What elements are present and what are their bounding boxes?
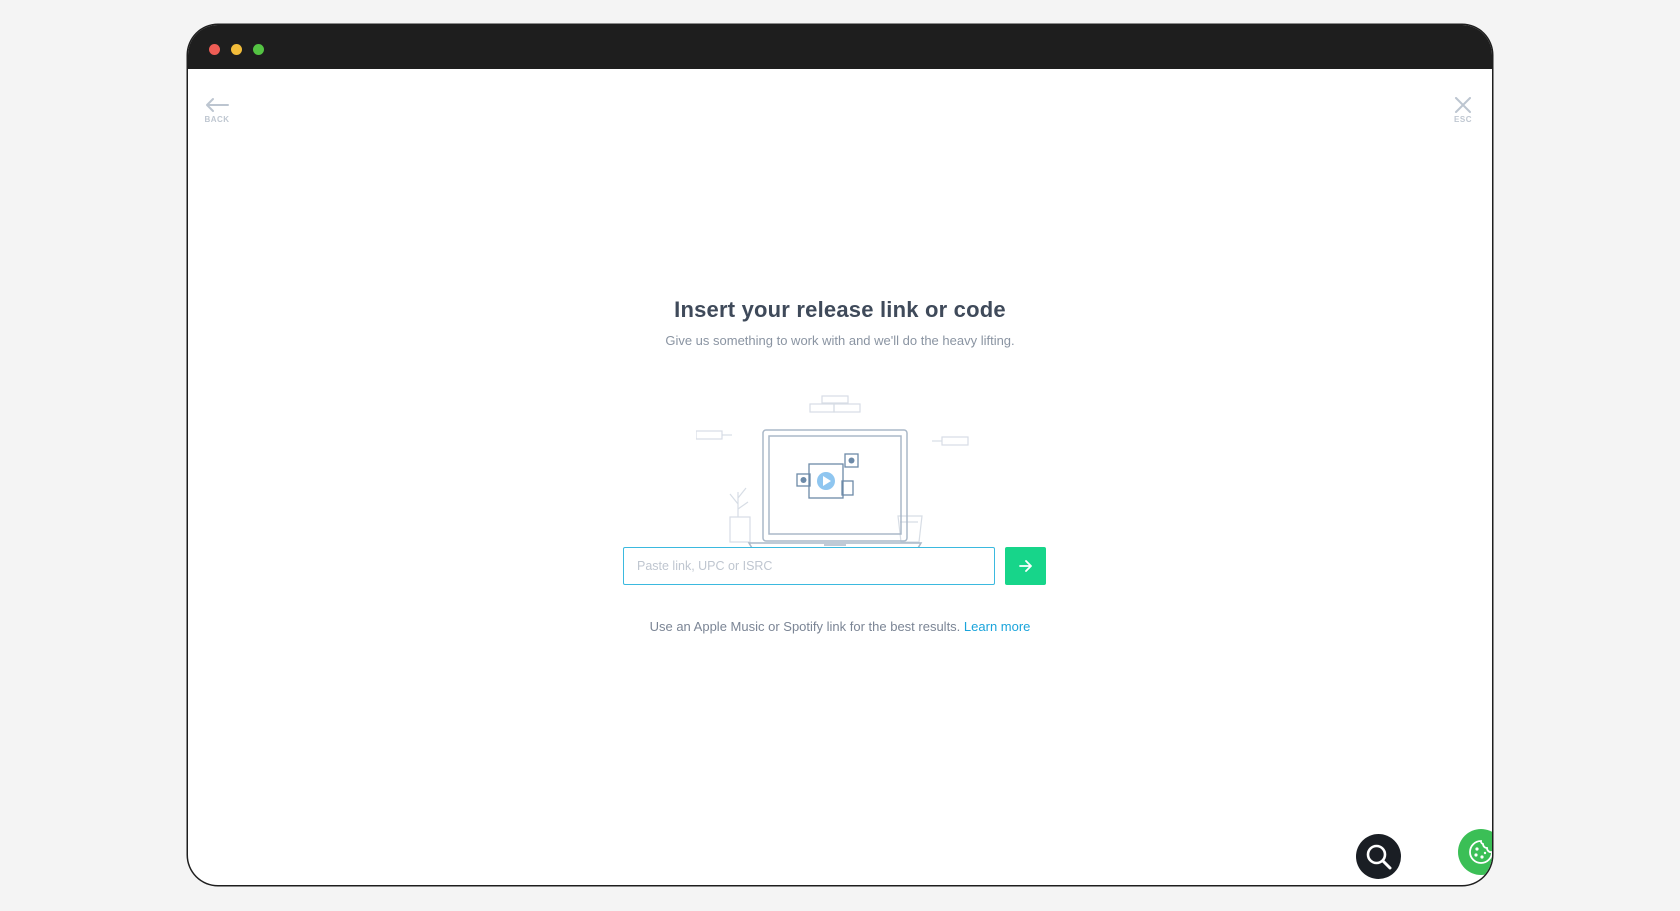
- search-icon: [1366, 844, 1392, 870]
- submit-button[interactable]: [1005, 547, 1046, 585]
- esc-label: ESC: [1454, 115, 1472, 124]
- window-titlebar: [188, 25, 1492, 69]
- laptop-illustration: [696, 395, 972, 550]
- close-icon: [1455, 97, 1471, 113]
- hint-text: Use an Apple Music or Spotify link for t…: [188, 619, 1492, 634]
- page-subtitle: Give us something to work with and we'll…: [665, 333, 1015, 348]
- cookie-settings-button[interactable]: [1458, 829, 1492, 875]
- arrow-left-icon: [206, 98, 229, 112]
- cookie-icon: [1469, 840, 1492, 864]
- hint-message: Use an Apple Music or Spotify link for t…: [649, 619, 961, 634]
- window-minimize-button[interactable]: [231, 44, 242, 55]
- back-button[interactable]: BACK: [197, 97, 237, 124]
- search-button[interactable]: [1356, 834, 1401, 879]
- esc-button[interactable]: ESC: [1443, 97, 1483, 124]
- release-link-input[interactable]: [623, 547, 995, 585]
- release-lookup-header: Insert your release link or code Give us…: [188, 297, 1492, 348]
- window-close-button[interactable]: [209, 44, 220, 55]
- back-label: BACK: [204, 115, 230, 124]
- page-title: Insert your release link or code: [674, 297, 1006, 322]
- learn-more-link[interactable]: Learn more: [964, 619, 1030, 634]
- window-maximize-button[interactable]: [253, 44, 264, 55]
- arrow-right-icon: [1018, 560, 1032, 572]
- browser-window: BACK ESC Insert your release link or cod…: [188, 25, 1492, 885]
- release-input-row: [623, 547, 1047, 585]
